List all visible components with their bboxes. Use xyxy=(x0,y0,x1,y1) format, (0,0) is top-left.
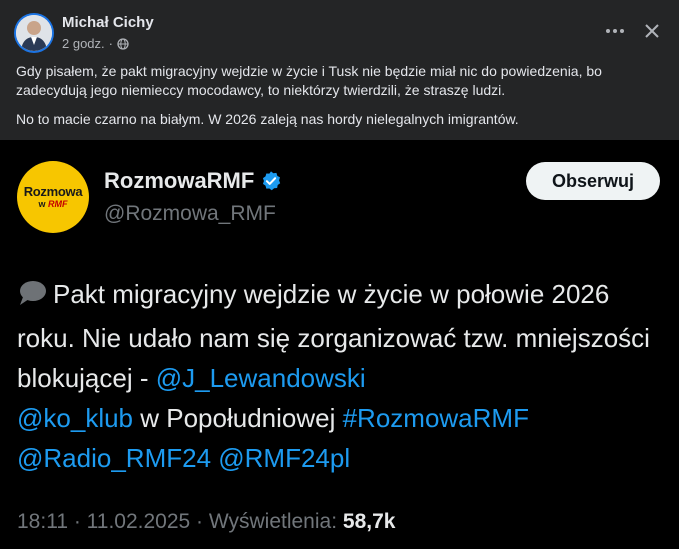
verified-badge-icon xyxy=(263,171,281,191)
post-paragraph-2: No to macie czarno na białym. W 2026 zal… xyxy=(16,111,519,127)
author-avatar[interactable] xyxy=(16,15,52,51)
account-handle[interactable]: @Rozmowa_RMF xyxy=(104,202,276,226)
meta-separator: · xyxy=(108,36,113,51)
post-header: Michał Cichy 2 godz. · xyxy=(0,0,679,60)
more-options-button[interactable] xyxy=(601,17,629,45)
post-meta: 2 godz. · xyxy=(62,36,129,51)
view-count: 58,7k xyxy=(342,510,396,533)
avatar-logo-line1: Rozmowa xyxy=(23,184,83,199)
display-name: RozmowaRMF xyxy=(104,168,255,193)
avatar-logo-line2: w RMF xyxy=(38,199,67,209)
tweet-body: Pakt migracyjny wejdzie w życie w połowi… xyxy=(17,274,667,478)
close-button[interactable] xyxy=(638,17,666,45)
globe-icon xyxy=(117,37,129,50)
tweet-timestamp[interactable]: 18:11 · 11.02.2025 · Wyświetlenia: xyxy=(17,510,343,533)
tweet-text-part2: w Popołudniowej xyxy=(133,403,343,433)
follow-button[interactable]: Obserwuj xyxy=(526,162,660,200)
post-time[interactable]: 2 godz. xyxy=(62,36,105,51)
post-paragraph-1: Gdy pisałem, że pakt migracyjny wejdzie … xyxy=(16,63,602,98)
speech-bubble-icon xyxy=(17,278,47,318)
account-name[interactable]: RozmowaRMF xyxy=(104,168,282,194)
avatar-logo-rmf: RMF xyxy=(48,199,68,209)
hashtag-rozmowarmf[interactable]: #RozmowaRMF xyxy=(343,403,529,433)
mention-rmf24pl[interactable]: @RMF24pl xyxy=(218,443,350,473)
embedded-tweet[interactable]: Rozmowa w RMF RozmowaRMF @Rozmowa_RMF Ob… xyxy=(0,140,679,549)
mention-ko-klub[interactable]: @ko_klub xyxy=(17,403,133,433)
close-icon xyxy=(645,24,659,38)
avatar-logo-w: w xyxy=(38,199,46,209)
author-name[interactable]: Michał Cichy xyxy=(62,14,154,31)
more-dots-icon xyxy=(606,29,624,33)
person-photo-icon xyxy=(16,15,52,51)
mention-radio-rmf24[interactable]: @Radio_RMF24 xyxy=(17,443,211,473)
post-text: Gdy pisałem, że pakt migracyjny wejdzie … xyxy=(16,62,664,139)
mention-j-lewandowski[interactable]: @J_Lewandowski xyxy=(156,363,366,393)
tweet-footer: 18:11 · 11.02.2025 · Wyświetlenia: 58,7k xyxy=(17,510,395,534)
rmf-avatar[interactable]: Rozmowa w RMF xyxy=(17,161,89,233)
